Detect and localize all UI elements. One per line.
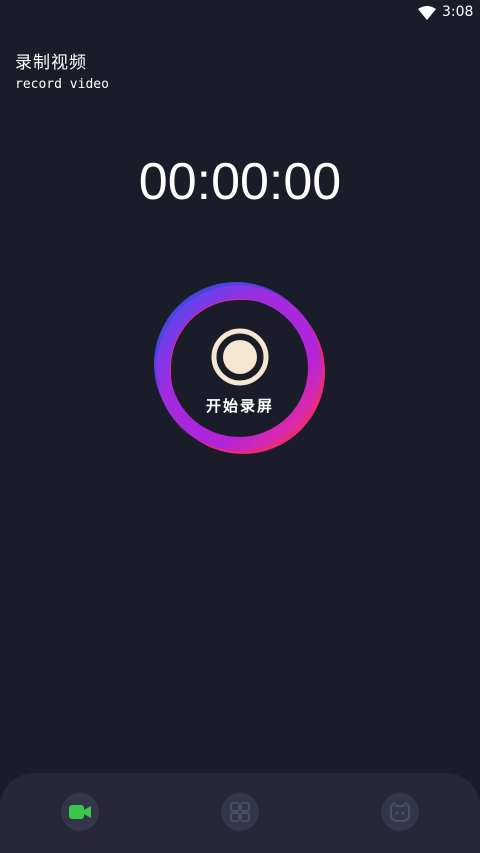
wifi-icon <box>418 6 436 20</box>
status-bar: 3:08 <box>0 0 480 26</box>
recording-timer: 00:00:00 <box>138 153 342 211</box>
nav-tools-tab[interactable] <box>221 793 259 831</box>
profile-icon <box>390 802 410 822</box>
start-recording-label: 开始录屏 <box>205 397 274 415</box>
start-recording-button[interactable]: 开始录屏 <box>150 278 330 458</box>
page-subtitle: record video <box>15 77 109 92</box>
grid-icon <box>230 802 250 822</box>
nav-record-tab[interactable] <box>61 793 99 831</box>
video-camera-icon <box>69 805 91 819</box>
bottom-nav <box>0 773 480 853</box>
record-dot-icon <box>211 328 269 386</box>
page-title: 录制视频 <box>15 53 87 73</box>
nav-profile-tab[interactable] <box>381 793 419 831</box>
status-clock: 3:08 <box>442 4 474 20</box>
